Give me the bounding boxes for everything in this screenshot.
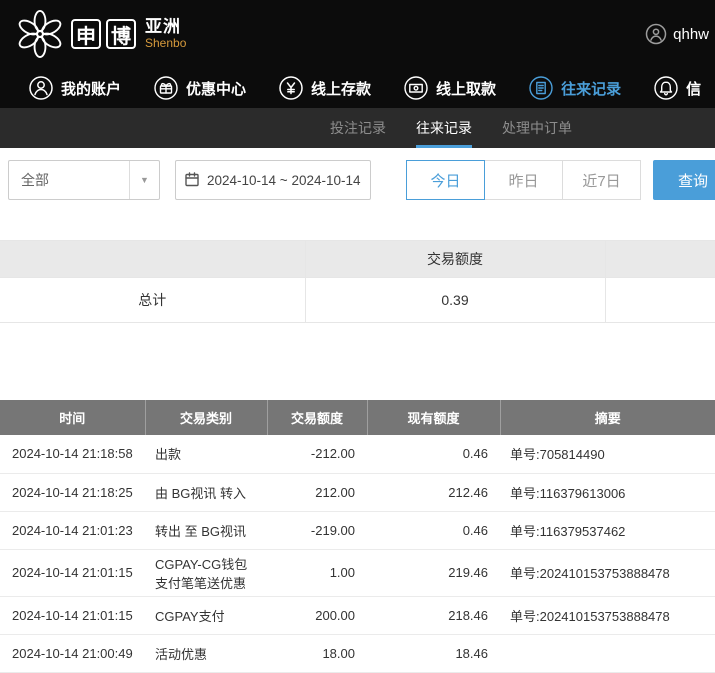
table-row: 2024-10-14 21:00:49 活动优惠 18.00 18.46 <box>0 634 715 672</box>
cell-type: 活动优惠 <box>145 634 267 672</box>
nav-item-promo-center[interactable]: 优惠中心 <box>153 75 246 101</box>
cell-summary: 单号:202410153753888478 <box>500 596 715 634</box>
cell-amount: 200.00 <box>267 596 367 634</box>
cell-amount: 18.00 <box>267 634 367 672</box>
summary-total-row: 总计 0.39 <box>0 278 715 323</box>
calendar-icon <box>184 171 200 190</box>
nav-label: 信 <box>686 78 701 99</box>
tab-bet-records[interactable]: 投注记录 <box>330 108 386 148</box>
nav-label: 我的账户 <box>61 78 121 99</box>
logo-side: 亚洲 Shenbo <box>145 17 186 50</box>
date-range-input[interactable]: 2024-10-14 ~ 2024-10-14 <box>175 160 371 200</box>
cell-time: 2024-10-14 21:18:25 <box>0 473 145 511</box>
table-row: 2024-10-14 21:18:25 由 BG视讯 转入 212.00 212… <box>0 473 715 511</box>
cell-amount: 212.00 <box>267 473 367 511</box>
yesterday-button[interactable]: 昨日 <box>484 160 563 200</box>
summary-total-label: 总计 <box>0 278 305 323</box>
logo-region: 亚洲 <box>145 17 186 37</box>
col-summary: 摘要 <box>500 400 715 435</box>
top-header: 申 博 亚洲 Shenbo qhhw <box>0 0 715 68</box>
cell-type: 出款 <box>145 435 267 473</box>
transactions-table: 时间 交易类别 交易额度 现有额度 摘要 2024-10-14 21:18:58… <box>0 400 715 673</box>
nav-item-messages[interactable]: 信 <box>653 75 701 101</box>
table-header-row: 时间 交易类别 交易额度 现有额度 摘要 <box>0 400 715 435</box>
summary-header-amount: 交易额度 <box>305 241 605 278</box>
summary-empty-cell <box>605 278 715 323</box>
filter-bar: 全部 ▼ 2024-10-14 ~ 2024-10-14 今日 昨日 近7日 查… <box>0 148 715 210</box>
sub-nav: 投注记录 往来记录 处理中订单 <box>0 108 715 148</box>
nav-item-online-withdraw[interactable]: 线上取款 <box>403 75 496 101</box>
cell-summary: 单号:202410153753888478 <box>500 549 715 596</box>
date-range-value: 2024-10-14 ~ 2024-10-14 <box>207 173 361 188</box>
cell-summary: 单号:116379613006 <box>500 473 715 511</box>
cell-balance: 0.46 <box>367 511 500 549</box>
nav-label: 往来记录 <box>561 78 621 99</box>
type-filter-select[interactable]: 全部 ▼ <box>8 160 160 200</box>
records-document-icon <box>528 75 554 101</box>
summary-table: 交易额度 总计 0.39 <box>0 240 715 323</box>
nav-label: 线上取款 <box>436 78 496 99</box>
col-amount: 交易额度 <box>267 400 367 435</box>
cell-time: 2024-10-14 21:18:58 <box>0 435 145 473</box>
type-filter-value: 全部 <box>9 170 129 190</box>
user-avatar-icon <box>645 23 667 45</box>
cell-balance: 219.46 <box>367 549 500 596</box>
cell-balance: 18.46 <box>367 634 500 672</box>
summary-header-row: 交易额度 <box>0 241 715 278</box>
cell-summary <box>500 634 715 672</box>
logo-brand-en: Shenbo <box>145 37 186 51</box>
col-time: 时间 <box>0 400 145 435</box>
tab-processing-orders[interactable]: 处理中订单 <box>502 108 572 148</box>
table-row: 2024-10-14 21:01:15 CGPAY支付 200.00 218.4… <box>0 596 715 634</box>
cell-amount: -219.00 <box>267 511 367 549</box>
cell-type: CGPAY-CG钱包支付笔笔送优惠 <box>145 549 267 596</box>
cell-time: 2024-10-14 21:01:23 <box>0 511 145 549</box>
today-button[interactable]: 今日 <box>406 160 485 200</box>
summary-header-empty <box>0 241 305 278</box>
cell-balance: 0.46 <box>367 435 500 473</box>
summary-header-empty <box>605 241 715 278</box>
tab-transaction-records[interactable]: 往来记录 <box>416 108 472 148</box>
cell-summary: 单号:116379537462 <box>500 511 715 549</box>
logo[interactable]: 申 博 亚洲 Shenbo <box>14 8 186 60</box>
cell-balance: 212.46 <box>367 473 500 511</box>
summary-total-value: 0.39 <box>305 278 605 323</box>
cell-type: 转出 至 BG视讯 <box>145 511 267 549</box>
nav-label: 线上存款 <box>311 78 371 99</box>
username: qhhw <box>673 26 709 43</box>
cell-balance: 218.46 <box>367 596 500 634</box>
chevron-down-icon: ▼ <box>129 161 159 199</box>
last7days-button[interactable]: 近7日 <box>562 160 641 200</box>
nav-label: 优惠中心 <box>186 78 246 99</box>
cell-amount: -212.00 <box>267 435 367 473</box>
cell-amount: 1.00 <box>267 549 367 596</box>
nav-item-transaction-records[interactable]: 往来记录 <box>528 75 621 101</box>
col-type: 交易类别 <box>145 400 267 435</box>
table-row: 2024-10-14 21:01:23 转出 至 BG视讯 -219.00 0.… <box>0 511 715 549</box>
cell-time: 2024-10-14 21:00:49 <box>0 634 145 672</box>
main-nav: 我的账户 优惠中心 线上存款 线上取款 <box>0 68 715 108</box>
quick-date-buttons: 今日 昨日 近7日 <box>406 160 641 200</box>
logo-char-bo: 博 <box>106 19 136 49</box>
user-account[interactable]: qhhw <box>645 23 709 45</box>
logo-char-shen: 申 <box>71 19 101 49</box>
search-button[interactable]: 查询 <box>653 160 715 200</box>
lotus-logo-icon <box>14 8 66 60</box>
cell-type: 由 BG视讯 转入 <box>145 473 267 511</box>
table-row: 2024-10-14 21:18:58 出款 -212.00 0.46 单号:7… <box>0 435 715 473</box>
table-row: 2024-10-14 21:01:15 CGPAY-CG钱包支付笔笔送优惠 1.… <box>0 549 715 596</box>
withdraw-banknote-icon <box>403 75 429 101</box>
account-icon <box>28 75 54 101</box>
cell-time: 2024-10-14 21:01:15 <box>0 549 145 596</box>
cell-summary: 单号:705814490 <box>500 435 715 473</box>
cell-time: 2024-10-14 21:01:15 <box>0 596 145 634</box>
col-balance: 现有额度 <box>367 400 500 435</box>
promo-gift-icon <box>153 75 179 101</box>
nav-item-online-deposit[interactable]: 线上存款 <box>278 75 371 101</box>
nav-item-my-account[interactable]: 我的账户 <box>28 75 121 101</box>
message-bell-icon <box>653 75 679 101</box>
cell-type: CGPAY支付 <box>145 596 267 634</box>
deposit-yen-icon <box>278 75 304 101</box>
